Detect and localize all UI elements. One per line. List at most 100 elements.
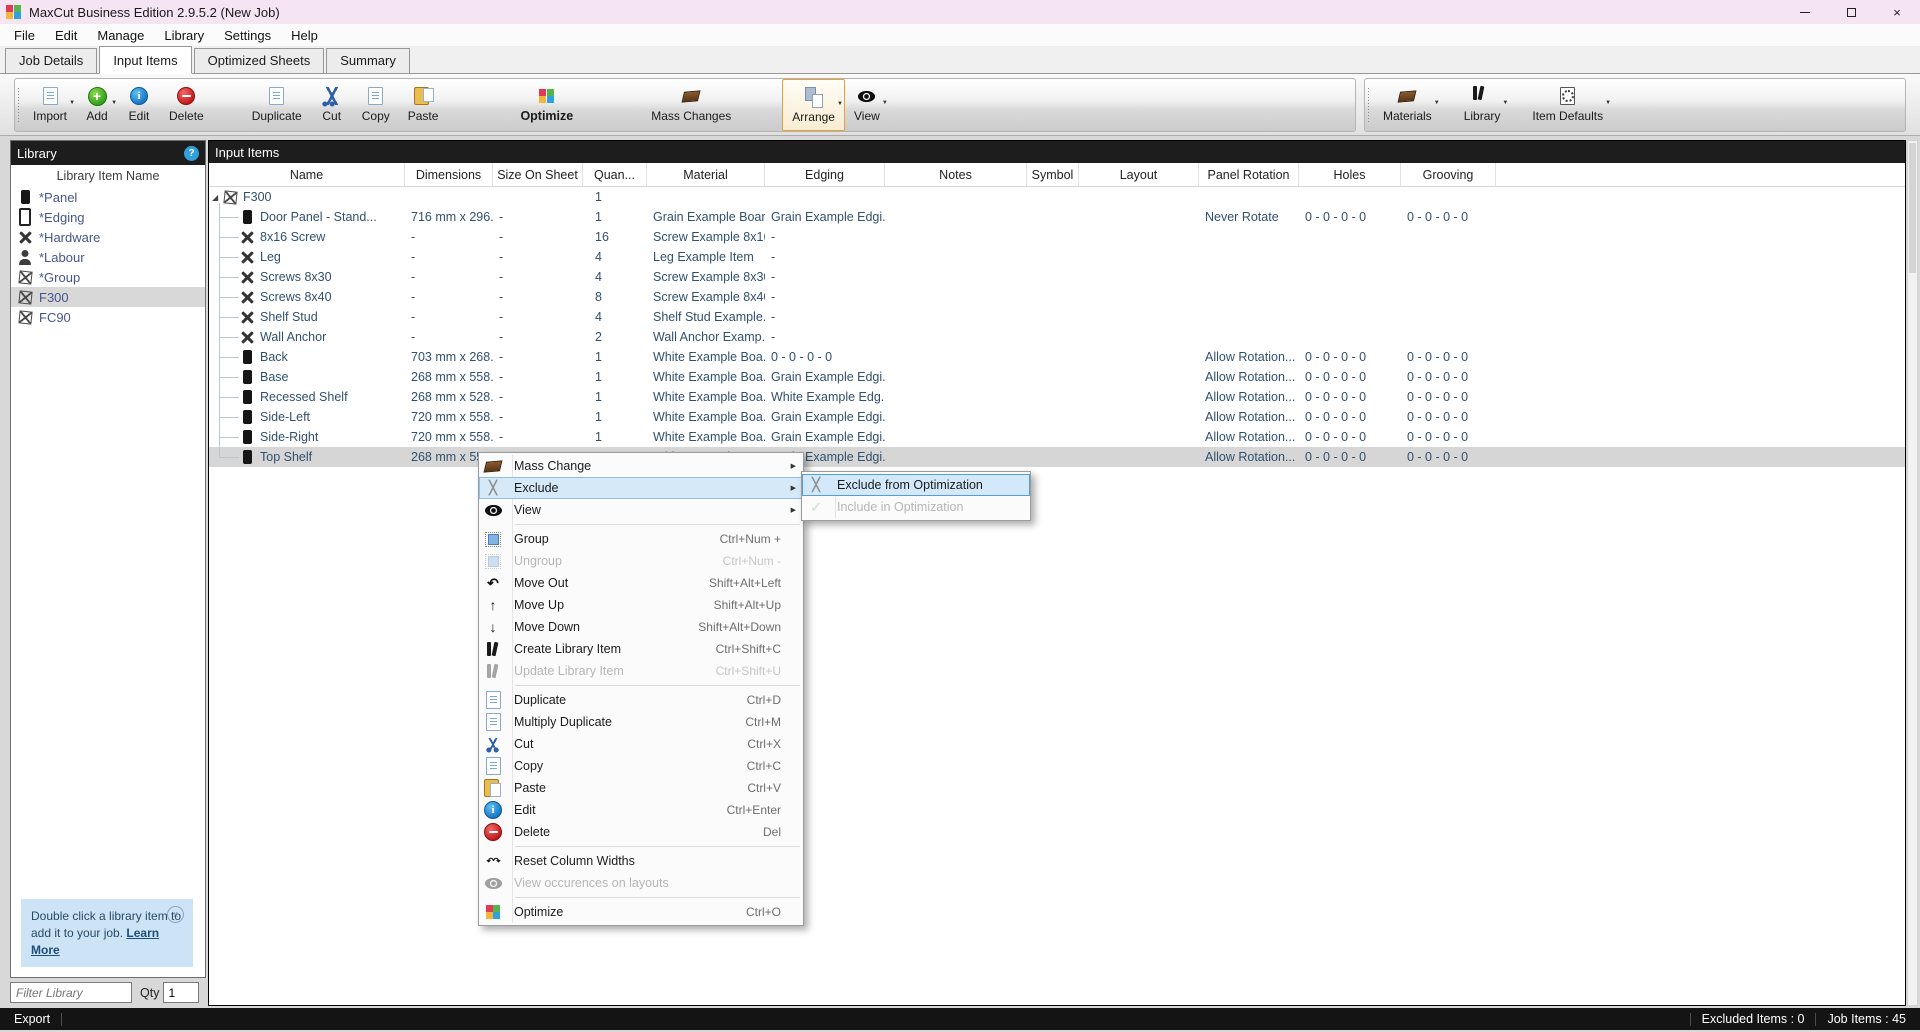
menu-library[interactable]: Library xyxy=(154,26,214,45)
tab-optimized-sheets[interactable]: Optimized Sheets xyxy=(194,48,325,73)
export-button[interactable]: Export xyxy=(14,1012,50,1026)
menu-settings[interactable]: Settings xyxy=(214,26,281,45)
cut-button[interactable]: Cut xyxy=(311,79,353,131)
import-button[interactable]: Import xyxy=(24,79,76,131)
library-item[interactable]: F300 xyxy=(11,287,205,307)
Base[interactable]: ◢ Base 268 mm x 558... - 1 White Example… xyxy=(209,367,1905,387)
Door Panel - Stand...[interactable]: ◢ Door Panel - Stand... 716 mm x 296... … xyxy=(209,207,1905,227)
context-menu-item[interactable]: Mass Change ▶ xyxy=(479,455,803,477)
context-menu-item[interactable]: Update Library Item Ctrl+Shift+U ▶ xyxy=(479,660,803,682)
context-menu-item[interactable]: Move Down Shift+Alt+Down ▶ xyxy=(479,616,803,638)
context-menu-item[interactable]: Multiply Duplicate Ctrl+M ▶ xyxy=(479,711,803,733)
tree-connector xyxy=(219,357,239,358)
Recessed Shelf[interactable]: ◢ Recessed Shelf 268 mm x 528... - 1 Whi… xyxy=(209,387,1905,407)
tip-close-button[interactable]: x xyxy=(167,906,184,923)
column-header[interactable]: Layout xyxy=(1079,163,1199,186)
context-menu-item[interactable]: Group Ctrl+Num + ▶ xyxy=(479,528,803,550)
toolbar-button-label: Add xyxy=(86,109,107,123)
qty-input[interactable] xyxy=(163,982,199,1003)
context-menu-item[interactable]: Reset Column Widths ▶ xyxy=(479,850,803,872)
library-column-header[interactable]: Library Item Name xyxy=(11,165,205,187)
column-header[interactable]: Size On Sheet xyxy=(493,163,583,186)
column-header[interactable]: Grooving xyxy=(1401,163,1496,186)
context-menu-item[interactable]: Delete Del ▶ xyxy=(479,821,803,843)
column-header[interactable]: Name xyxy=(209,163,405,186)
library-item[interactable]: FC90 xyxy=(11,307,205,327)
context-menu-item[interactable]: Paste Ctrl+V ▶ xyxy=(479,777,803,799)
context-menu-item[interactable]: Move Out Shift+Alt+Left ▶ xyxy=(479,572,803,594)
context-menu-item[interactable]: View occurences on layouts ▶ xyxy=(479,872,803,894)
column-header[interactable]: Symbol xyxy=(1027,163,1079,186)
library-item[interactable]: *Panel xyxy=(11,187,205,207)
F300[interactable]: ◢ F300 1 xyxy=(209,187,1905,207)
library-button[interactable]: Library xyxy=(1455,79,1510,131)
close-button[interactable]: × xyxy=(1874,0,1920,24)
Side-Left[interactable]: ◢ Side-Left 720 mm x 558... - 1 White Ex… xyxy=(209,407,1905,427)
context-menu-item[interactable]: Exclude ▶ xyxy=(479,477,803,499)
arrange-button[interactable]: Arrange xyxy=(782,79,845,131)
submenu-arrow-icon: ▶ xyxy=(791,462,796,470)
context-menu-item[interactable]: Cut Ctrl+X ▶ xyxy=(479,733,803,755)
library-item[interactable]: *Hardware xyxy=(11,227,205,247)
tab-summary[interactable]: Summary xyxy=(326,48,410,73)
menu-item-shortcut: Ctrl+X xyxy=(747,737,795,751)
menubar: FileEditManageLibrarySettingsHelp xyxy=(0,24,1920,46)
column-header[interactable]: Notes xyxy=(885,163,1027,186)
menu-manage[interactable]: Manage xyxy=(87,26,154,45)
tab-input-items[interactable]: Input Items xyxy=(99,46,191,74)
context-menu-item[interactable]: Exclude from Optimization ▶ xyxy=(802,474,1030,496)
context-menu-item[interactable]: Include in Optimization ▶ xyxy=(802,496,1030,518)
menu-edit[interactable]: Edit xyxy=(45,26,87,45)
panel-rotation-cell: Allow Rotation... xyxy=(1199,427,1299,447)
Top Shelf[interactable]: ◢ Top Shelf 268 mm x 558... - 1 White Ex… xyxy=(209,447,1905,467)
column-header[interactable]: Holes xyxy=(1299,163,1401,186)
help-icon[interactable]: ? xyxy=(184,146,199,161)
column-header[interactable]: Dimensions xyxy=(405,163,493,186)
delete-button[interactable]: Delete xyxy=(160,79,213,131)
column-header[interactable]: Material xyxy=(647,163,765,186)
Screws 8x30[interactable]: ◢ Screws 8x30 - - 4 Screw Example 8x30 - xyxy=(209,267,1905,287)
context-menu-item[interactable]: Optimize Ctrl+O ▶ xyxy=(479,901,803,923)
materials-button[interactable]: Materials xyxy=(1374,79,1441,131)
8x16 Screw[interactable]: ◢ 8x16 Screw - - 16 Screw Example 8x16 - xyxy=(209,227,1905,247)
menu-separator xyxy=(515,524,800,525)
Leg[interactable]: ◢ Leg - - 4 Leg Example Item - xyxy=(209,247,1905,267)
Wall Anchor[interactable]: ◢ Wall Anchor - - 2 Wall Anchor Examp...… xyxy=(209,327,1905,347)
Shelf Stud[interactable]: ◢ Shelf Stud - - 4 Shelf Stud Example...… xyxy=(209,307,1905,327)
expander-icon[interactable]: ◢ xyxy=(212,193,222,202)
context-menu-item[interactable]: Create Library Item Ctrl+Shift+C ▶ xyxy=(479,638,803,660)
Back[interactable]: ◢ Back 703 mm x 268... - 1 White Example… xyxy=(209,347,1905,367)
menu-help[interactable]: Help xyxy=(281,26,328,45)
library-item[interactable]: *Labour xyxy=(11,247,205,267)
scrollbar-thumb[interactable] xyxy=(1909,143,1916,273)
Screws 8x40[interactable]: ◢ Screws 8x40 - - 8 Screw Example 8x40 - xyxy=(209,287,1905,307)
edit-button[interactable]: Edit xyxy=(118,79,160,131)
library-item[interactable]: *Group xyxy=(11,267,205,287)
mass-changes-button[interactable]: Mass Changes xyxy=(642,79,740,131)
tab-job-details[interactable]: Job Details xyxy=(5,48,97,73)
item-defaults-button[interactable]: Item Defaults xyxy=(1523,79,1612,131)
view-button[interactable]: View xyxy=(845,79,889,131)
filter-library-input[interactable] xyxy=(10,982,132,1003)
Side-Right[interactable]: ◢ Side-Right 720 mm x 558... - 1 White E… xyxy=(209,427,1905,447)
context-menu-item[interactable]: View ▶ xyxy=(479,499,803,521)
optimize-button[interactable]: Optimize xyxy=(511,79,582,131)
add-button[interactable]: Add xyxy=(76,79,118,131)
context-menu-item[interactable]: Edit Ctrl+Enter ▶ xyxy=(479,799,803,821)
vertical-scrollbar[interactable] xyxy=(1907,140,1918,1006)
maximize-button[interactable] xyxy=(1828,0,1874,24)
paste-button[interactable]: Paste xyxy=(399,79,448,131)
context-menu-item[interactable]: Duplicate Ctrl+D ▶ xyxy=(479,689,803,711)
library-item[interactable]: *Edging xyxy=(11,207,205,227)
context-menu-item[interactable]: Move Up Shift+Alt+Up ▶ xyxy=(479,594,803,616)
menu-file[interactable]: File xyxy=(4,26,45,45)
copy-button[interactable]: Copy xyxy=(353,79,399,131)
duplicate-button[interactable]: Duplicate xyxy=(243,79,311,131)
column-header[interactable]: Panel Rotation xyxy=(1199,163,1299,186)
context-menu-item[interactable]: Ungroup Ctrl+Num - ▶ xyxy=(479,550,803,572)
column-header[interactable]: Edging xyxy=(765,163,885,186)
context-menu-item[interactable]: Copy Ctrl+C ▶ xyxy=(479,755,803,777)
column-header[interactable]: Quan... xyxy=(583,163,647,186)
column-header[interactable] xyxy=(1496,163,1905,186)
minimize-button[interactable] xyxy=(1782,0,1828,24)
